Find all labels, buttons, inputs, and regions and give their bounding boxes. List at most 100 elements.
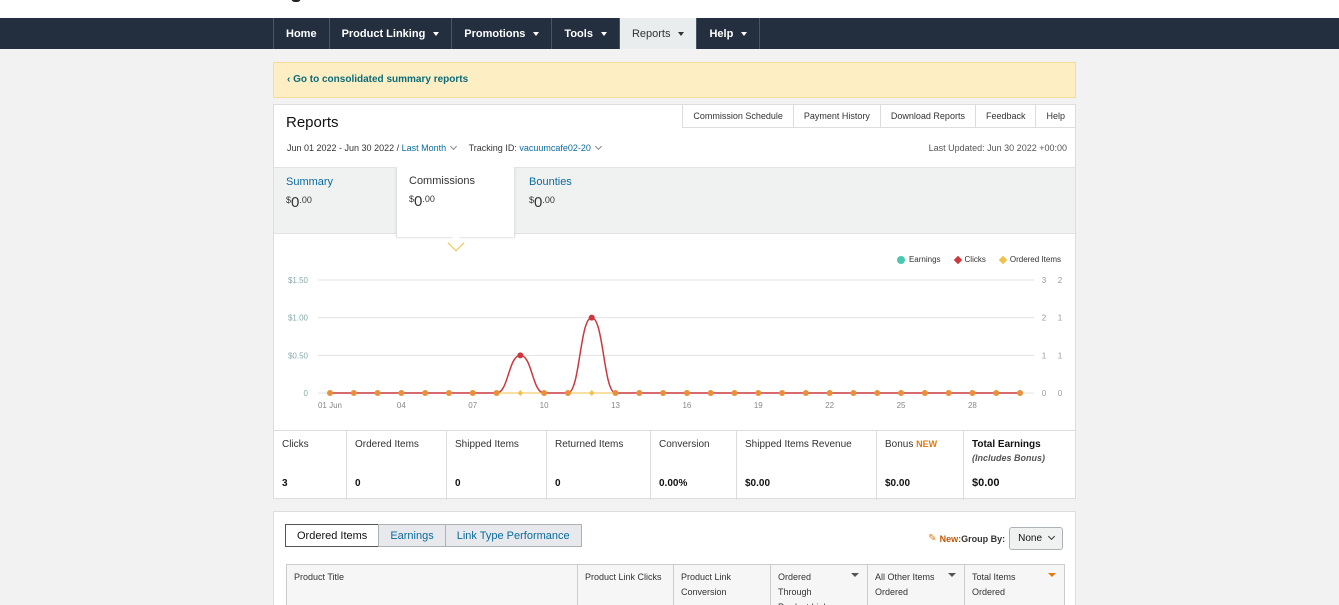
y-right2-tick-label: 0 [1058,389,1063,398]
top-strip [0,0,1339,18]
tab-link-type-performance[interactable]: Link Type Performance [444,524,582,547]
teal-dot-icon [896,255,905,264]
clicks-point [826,390,833,396]
tab-bounties[interactable]: Bounties $0.00 [517,168,637,235]
ordered-items-table: Product Title Product Link Clicks Produc… [286,564,1065,605]
nav-promotions-label: Promotions [464,27,526,40]
nav-help[interactable]: Help [696,18,761,49]
page-title: Reports [286,114,339,131]
chart-plot: 0 0 0 $0.50 1 1 $1.00 2 1 $1.50 3 2 01 Jun 04 07 10 13 16… [288,276,1063,410]
metric-label: Shipped Items [455,439,519,450]
metric-label: Total Earnings [972,439,1041,450]
new-label: New: [939,533,962,544]
legend-clicks[interactable]: Clicks [953,255,986,264]
nav-reports[interactable]: Reports [618,18,697,49]
tab-earnings[interactable]: Earnings [378,524,446,547]
y-tick-label: $0.50 [288,351,309,360]
legend-earnings[interactable]: Earnings [896,255,941,264]
amount-cents: .00 [422,194,435,204]
yellow-diamond-icon [998,255,1008,264]
x-tick-label: 01 Jun [318,401,342,410]
last-updated: Last Updated: Jun 30 2022 +00:00 [928,143,1067,153]
tracking-id-dropdown[interactable]: vacuumcafe02-20 [519,142,602,153]
x-tick-label: 04 [397,401,406,410]
currency-symbol: $ [286,195,292,205]
filter-row: Jun 01 2022 - Jun 30 2022 / Last Month T… [287,142,602,153]
report-links: Commission Schedule Payment History Down… [682,104,1076,128]
tab-summary[interactable]: Summary $0.00 [274,168,394,235]
consolidated-summary-link[interactable]: ‹ Go to consolidated summary reports [287,74,468,85]
col-product-title[interactable]: Product Title [287,565,578,605]
column-header-label: Product Link Clicks [585,572,662,582]
metric-bonus: Bonus NEW $0.00 [877,431,964,500]
legend-earnings-label: Earnings [908,255,941,264]
metric-value: 0.00% [659,478,688,489]
bonus-label: Bonus [885,439,914,450]
chevron-down-icon [1047,532,1056,541]
col-total-items-ordered[interactable]: Total Items Ordered [965,565,1064,605]
group-by-select[interactable]: None [1009,527,1063,550]
chevron-down-icon [594,142,602,151]
feedback-link[interactable]: Feedback [975,104,1037,128]
clicks-point [779,390,786,396]
x-tick-label: 28 [968,401,977,410]
nav-promotions[interactable]: Promotions [451,18,551,49]
metric-label: Bonus NEW [885,439,955,450]
tab-commissions-value: $0.00 [409,193,502,210]
tab-ordered-items[interactable]: Ordered Items [285,524,380,547]
group-by-value: None [1018,533,1042,544]
clicks-point [636,390,643,396]
clicks-point [541,390,548,396]
nav-product-linking[interactable]: Product Linking [328,18,452,49]
help-link[interactable]: Help [1036,104,1076,128]
currency-symbol: $ [409,194,415,204]
column-header-label: Total Items Ordered [972,572,1016,597]
clicks-point [350,390,357,396]
tab-commissions[interactable]: Commissions $0.00 [396,167,515,237]
metric-value: 0 [555,478,561,489]
detail-tabs: Ordered Items Earnings Link Type Perform… [285,524,582,547]
metric-label: Conversion [659,439,710,450]
ordered-items-point [588,390,595,396]
metric-value: 3 [282,478,288,489]
nav-tools[interactable]: Tools [551,18,619,49]
col-ordered-through-links[interactable]: Ordered Through Product Links [771,565,868,605]
sort-icon [851,573,859,577]
y-tick-label: $1.00 [288,314,309,323]
y-right-tick-label: 3 [1042,276,1047,285]
tab-bounties-value: $0.00 [529,194,625,211]
metric-shipped-revenue: Shipped Items Revenue $0.00 [737,431,877,500]
new-spark-icon: ✎ [928,533,937,544]
legend-ordered-items[interactable]: Ordered Items [998,255,1061,264]
earnings-chart: Earnings Clicks Ordered Items 0 0 0 $0.50 1 1… [274,245,1075,430]
tracking-id-value: vacuumcafe02-20 [519,143,591,153]
col-product-link-conversion[interactable]: Product Link Conversion [674,565,771,605]
y-right-tick-label: 1 [1042,351,1047,360]
payment-history-link[interactable]: Payment History [793,104,881,128]
period-label: Last Month [401,143,447,153]
col-product-link-clicks[interactable]: Product Link Clicks [578,565,674,605]
tab-summary-value: $0.00 [286,194,382,211]
clicks-point [445,390,452,396]
nav-home-label: Home [286,27,317,40]
clicks-point [755,390,762,396]
download-reports-link[interactable]: Download Reports [880,104,976,128]
commission-schedule-link[interactable]: Commission Schedule [682,104,794,128]
nav-home[interactable]: Home [273,18,329,49]
sort-icon [948,573,956,577]
metric-sublabel: (Includes Bonus) [972,453,1046,463]
tab-bounties-label: Bounties [529,176,572,188]
col-all-other-items[interactable]: All Other Items Ordered [868,565,965,605]
chevron-down-icon [450,142,458,151]
metric-value: $0.00 [745,478,771,489]
column-header-label: Product Link Conversion [681,572,732,597]
clicks-point [660,390,667,396]
y-right2-tick-label: 1 [1058,351,1063,360]
group-by: ✎ New: Group By: None [928,527,1063,550]
period-dropdown[interactable]: Last Month [401,142,458,153]
x-tick-label: 13 [611,401,620,410]
metrics-row: Clicks 3 Ordered Items 0 Shipped Items 0… [274,430,1075,500]
clicks-point [850,390,857,396]
main-nav: Home Product Linking Promotions Tools Re… [0,18,1339,49]
nav-reports-label: Reports [631,27,671,40]
